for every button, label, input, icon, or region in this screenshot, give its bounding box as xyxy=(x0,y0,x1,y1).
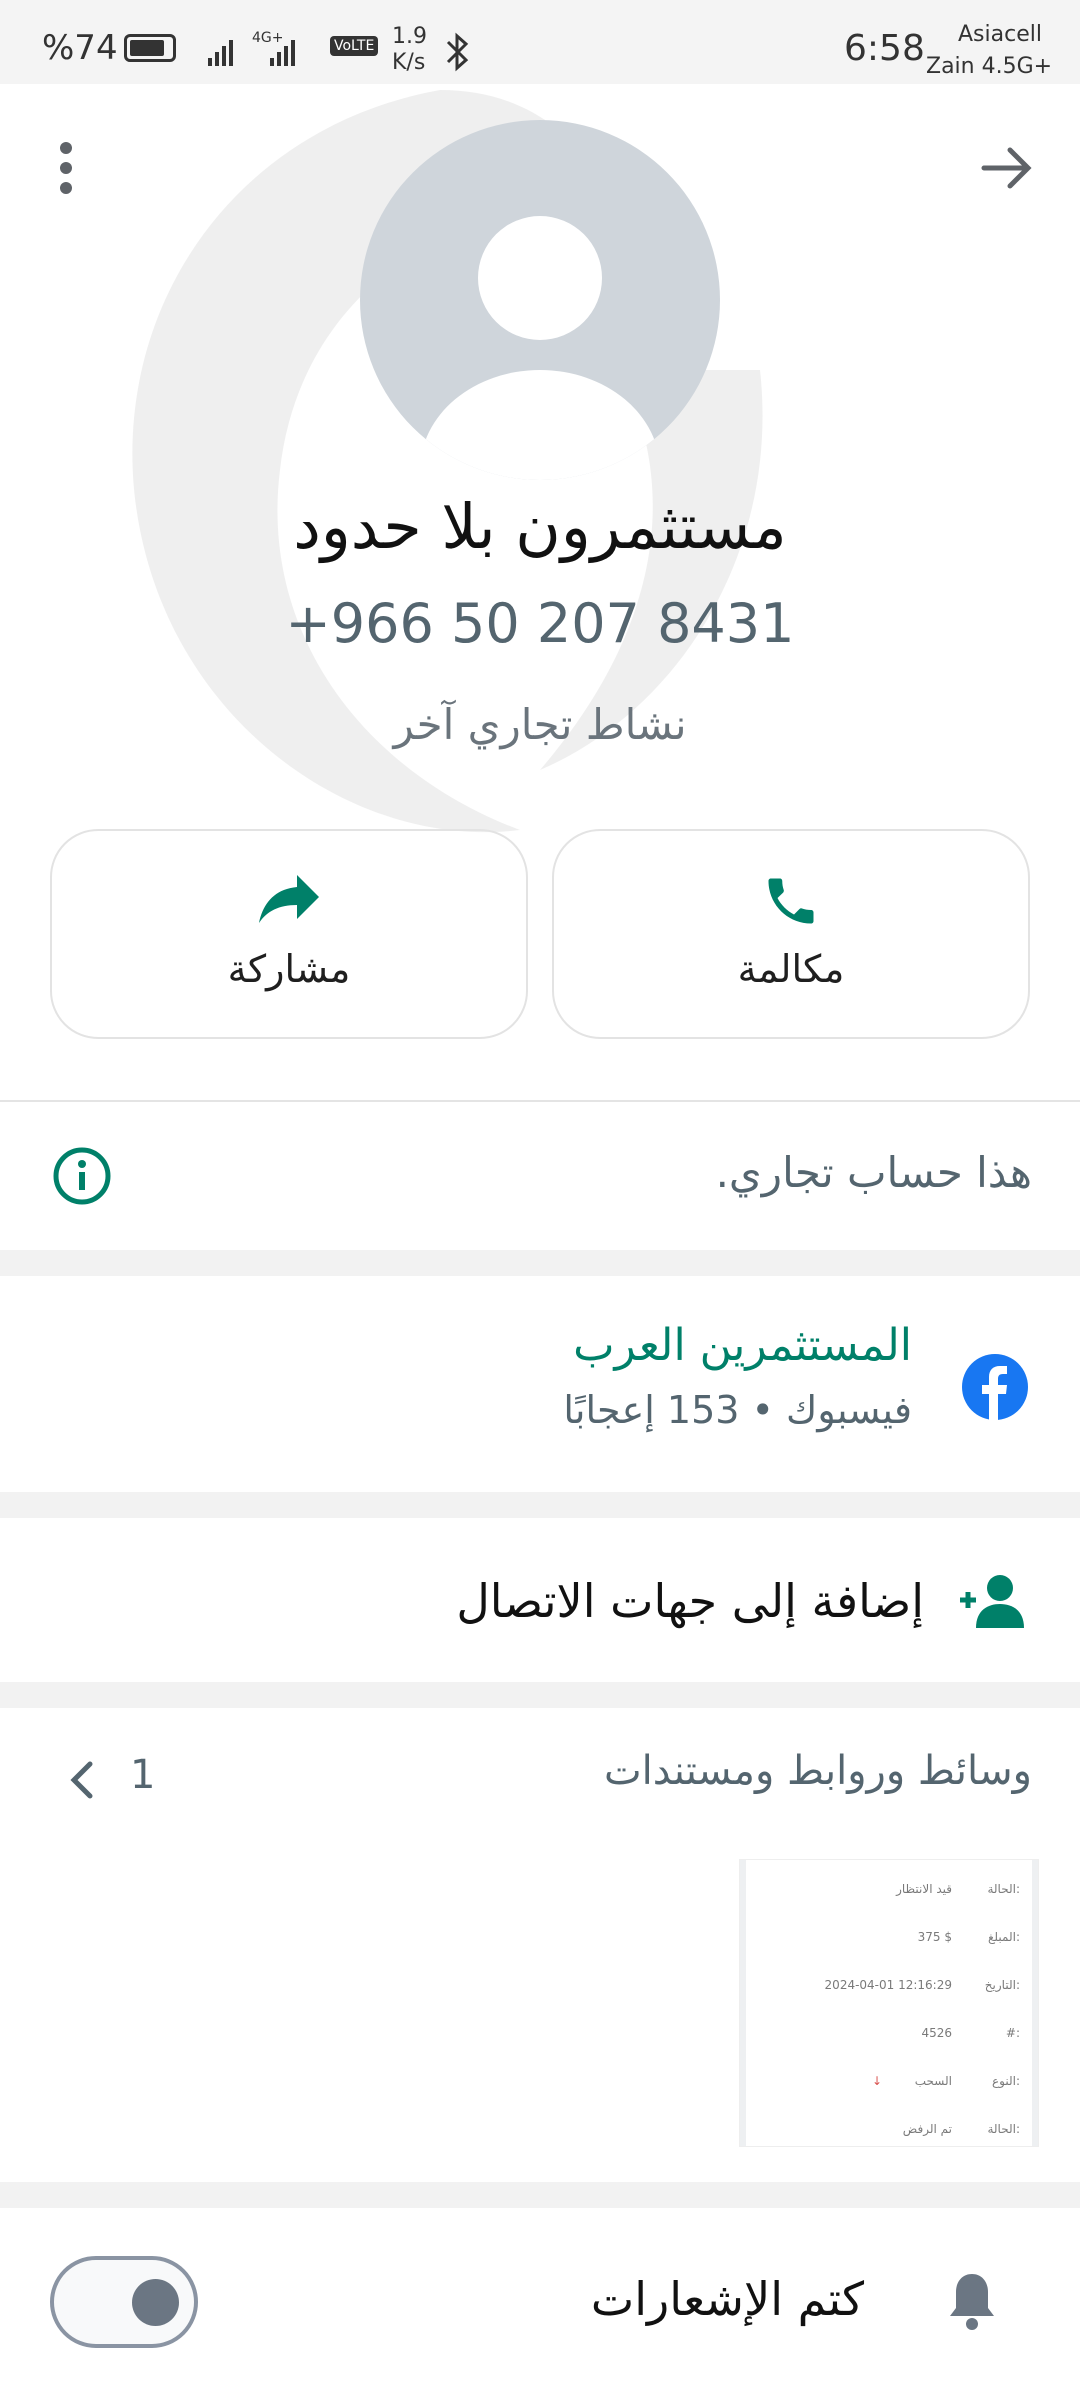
clock: 6:58 xyxy=(844,28,925,69)
avatar[interactable] xyxy=(360,120,720,480)
share-arrow-icon xyxy=(257,871,321,931)
network-speed-value: 1.9 xyxy=(392,24,427,49)
more-vert-icon xyxy=(52,142,82,204)
business-category: نشاط تجاري آخر xyxy=(393,700,687,749)
arrow-right-icon xyxy=(980,147,1036,200)
bluetooth-icon xyxy=(446,32,469,72)
toggle-knob xyxy=(132,2279,179,2326)
battery-percent: %74 xyxy=(42,28,118,68)
facebook-likes: 153 إعجابًا xyxy=(563,1388,740,1432)
profile-phone: +966 50 207 8431 xyxy=(285,592,795,655)
doc-row: التاريخ: 2024-04-01 12:16:29 xyxy=(746,1978,1032,2026)
doc-key: النوع: xyxy=(991,2074,1020,2088)
section-gap xyxy=(0,1682,1080,1708)
call-label: مكالمة xyxy=(737,947,845,991)
volte-badge: VoLTE xyxy=(330,36,379,56)
business-account-notice[interactable]: هذا حساب تجاري. xyxy=(0,1102,1080,1250)
section-gap xyxy=(0,2182,1080,2208)
signal-4g-label: 4G+ xyxy=(252,30,284,46)
doc-row: الحالة: تم الرفض xyxy=(746,2122,1032,2170)
person-add-icon xyxy=(956,1572,1028,1628)
facebook-meta: فيسبوك • 153 إعجابًا xyxy=(563,1388,912,1432)
back-button[interactable] xyxy=(980,140,1036,196)
phone-icon xyxy=(761,871,821,935)
mute-toggle[interactable] xyxy=(50,2256,198,2348)
facebook-source: فيسبوك xyxy=(786,1388,912,1432)
share-label: مشاركة xyxy=(227,947,351,991)
doc-row: المبلغ: 375 $ xyxy=(746,1930,1032,1978)
mute-label: كتم الإشعارات xyxy=(590,2272,864,2326)
section-gap xyxy=(0,1250,1080,1276)
doc-key: المبلغ: xyxy=(988,1930,1020,1944)
media-count: 1 xyxy=(130,1752,156,1798)
carrier-1: Asiacell xyxy=(958,22,1042,47)
doc-row: #: 4526 xyxy=(746,2026,1032,2074)
doc-key: التاريخ: xyxy=(984,1978,1020,1992)
section-gap xyxy=(0,1492,1080,1518)
doc-row: النوع: السحب ↓ xyxy=(746,2074,1032,2122)
add-to-contacts-row[interactable]: إضافة إلى جهات الاتصال xyxy=(0,1518,1080,1682)
call-button[interactable]: مكالمة xyxy=(552,829,1030,1039)
facebook-icon xyxy=(962,1354,1028,1420)
info-icon xyxy=(52,1146,112,1206)
avatar-head xyxy=(478,216,602,340)
doc-key: الحالة: xyxy=(987,1882,1020,1896)
avatar-body xyxy=(420,370,660,480)
doc-value: السحب xyxy=(914,2074,952,2088)
bell-icon xyxy=(946,2270,998,2332)
doc-value: 2024-04-01 12:16:29 xyxy=(824,1978,952,1992)
more-options-button[interactable] xyxy=(52,140,82,200)
doc-key: #: xyxy=(1005,2026,1020,2040)
battery-icon xyxy=(124,34,176,62)
chevron-left-icon xyxy=(66,1760,100,1800)
share-button[interactable]: مشاركة xyxy=(50,829,528,1039)
facebook-separator: • xyxy=(751,1388,774,1432)
profile-name: مستثمرون بلا حدود xyxy=(293,490,787,563)
doc-value: 375 $ xyxy=(917,1930,952,1944)
business-notice-text: هذا حساب تجاري. xyxy=(715,1148,1032,1197)
facebook-link-row[interactable]: المستثمرين العرب فيسبوك • 153 إعجابًا xyxy=(0,1276,1080,1492)
doc-value: قيد الانتظار xyxy=(896,1882,952,1896)
add-contact-label: إضافة إلى جهات الاتصال xyxy=(456,1574,924,1628)
doc-value: تم الرفض xyxy=(902,2122,952,2136)
doc-row: الحالة: قيد الانتظار xyxy=(746,1882,1032,1930)
document-thumbnail[interactable]: الحالة: قيد الانتظار المبلغ: 375 $ التاريخ… xyxy=(740,1860,1038,2146)
doc-value: 4526 xyxy=(921,2026,952,2040)
doc-key: الحالة: xyxy=(987,2122,1020,2136)
carrier-2: Zain 4.5G+ xyxy=(926,54,1053,79)
down-arrow-icon: ↓ xyxy=(871,2074,882,2088)
media-section-title: وسائط وروابط ومستندات xyxy=(603,1748,1032,1794)
facebook-page-name: المستثمرين العرب xyxy=(573,1320,912,1371)
